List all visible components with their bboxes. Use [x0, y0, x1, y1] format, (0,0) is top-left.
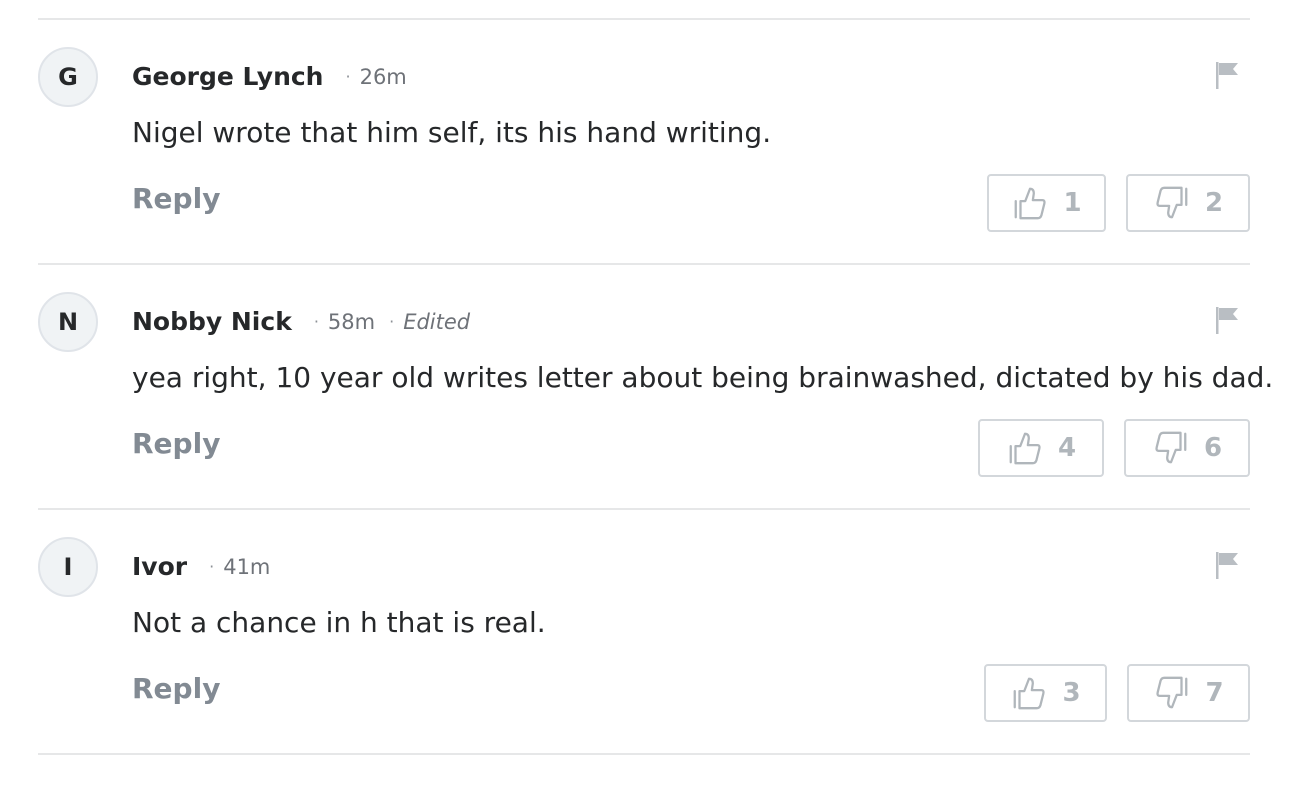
divider: [38, 753, 1250, 755]
meta-separator: ·: [209, 557, 215, 576]
flag-icon[interactable]: [1214, 305, 1240, 335]
meta-separator: ·: [345, 67, 351, 86]
avatar[interactable]: G: [38, 47, 98, 107]
vote-controls: 3 7: [984, 664, 1250, 722]
comment-text: Not a chance in h that is real.: [132, 606, 546, 639]
vote-controls: 4 6: [978, 419, 1250, 477]
thumbs-up-icon: [1009, 432, 1041, 465]
thumbs-up-icon: [1014, 677, 1046, 710]
meta-separator: ·: [313, 312, 319, 331]
comment-text: Nigel wrote that him self, its his hand …: [132, 116, 772, 149]
comment-text: yea right, 10 year old writes letter abo…: [132, 361, 1274, 394]
thumbs-down-icon: [1156, 186, 1188, 219]
downvote-count: 2: [1204, 188, 1224, 218]
timestamp: 26m: [359, 64, 407, 89]
author-name[interactable]: Ivor: [132, 552, 187, 581]
avatar[interactable]: N: [38, 292, 98, 352]
author-name[interactable]: George Lynch: [132, 62, 323, 91]
avatar[interactable]: I: [38, 537, 98, 597]
flag-icon[interactable]: [1214, 550, 1240, 580]
thumbs-up-icon: [1015, 187, 1047, 220]
reply-button[interactable]: Reply: [132, 672, 220, 705]
reply-button[interactable]: Reply: [132, 182, 220, 215]
comments-list: G George Lynch · 26m Nigel wrote that hi…: [38, 0, 1273, 755]
reply-button[interactable]: Reply: [132, 427, 220, 460]
upvote-button[interactable]: 3: [984, 664, 1107, 722]
comment-meta: Nobby Nick · 58m · Edited: [132, 307, 470, 336]
downvote-button[interactable]: 6: [1124, 419, 1250, 477]
edited-label: Edited: [403, 309, 471, 334]
timestamp: 41m: [223, 554, 271, 579]
downvote-count: 6: [1203, 433, 1223, 463]
thumbs-down-icon: [1156, 676, 1188, 709]
upvote-count: 3: [1062, 678, 1081, 708]
downvote-button[interactable]: 2: [1126, 174, 1250, 232]
upvote-count: 4: [1057, 433, 1077, 463]
upvote-button[interactable]: 4: [978, 419, 1104, 477]
comment-meta: Ivor · 41m: [132, 552, 270, 581]
timestamp: 58m: [327, 309, 376, 334]
author-name[interactable]: Nobby Nick: [132, 307, 292, 336]
vote-controls: 1 2: [987, 174, 1250, 232]
thumbs-down-icon: [1155, 431, 1187, 464]
comment-item: I Ivor · 41m Not a chance in h that is r…: [38, 510, 1250, 753]
downvote-button[interactable]: 7: [1127, 664, 1250, 722]
comment-item: N Nobby Nick · 58m · Edited yea right, 1…: [38, 265, 1273, 508]
flag-icon[interactable]: [1214, 60, 1240, 90]
upvote-button[interactable]: 1: [987, 174, 1106, 232]
upvote-count: 1: [1063, 188, 1082, 218]
comment-item: G George Lynch · 26m Nigel wrote that hi…: [38, 20, 1250, 263]
meta-separator: ·: [389, 312, 395, 331]
downvote-count: 7: [1205, 678, 1224, 708]
comment-meta: George Lynch · 26m: [132, 62, 407, 91]
